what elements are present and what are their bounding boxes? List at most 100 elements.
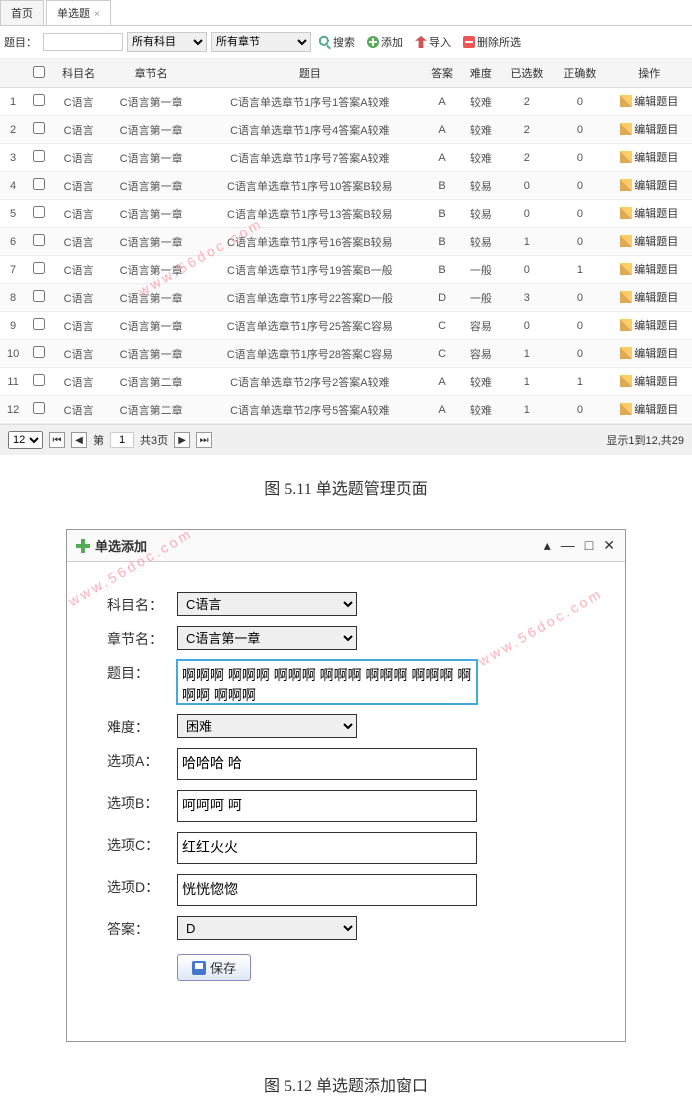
next-page-button[interactable]: ▶: [174, 432, 190, 448]
edit-icon: [620, 403, 632, 415]
edit-button[interactable]: 编辑题目: [620, 205, 678, 221]
table-row: 3C语言C语言第一章C语言单选章节1序号7答案A较难A较难20编辑题目: [0, 144, 692, 172]
delete-icon: [463, 36, 475, 48]
table-row: 6C语言C语言第一章C语言单选章节1序号16答案B较易B较易10编辑题目: [0, 228, 692, 256]
last-page-button[interactable]: ⏭: [196, 432, 212, 448]
search-icon: [319, 36, 331, 48]
edit-button[interactable]: 编辑题目: [620, 149, 678, 165]
table-row: 8C语言C语言第一章C语言单选章节1序号22答案D一般D一般30编辑题目: [0, 284, 692, 312]
tab-home[interactable]: 首页: [0, 0, 44, 25]
answer-field[interactable]: D: [177, 916, 357, 940]
import-button[interactable]: 导入: [411, 32, 455, 52]
figure-caption-2: 图 5.12 单选题添加窗口: [0, 1052, 692, 1116]
row-checkbox[interactable]: [33, 94, 45, 106]
pager: 12 ⏮ ◀ 第 共3页 ▶ ⏭ 显示1到12,共29: [0, 424, 692, 455]
dialog-title: 单选添加: [95, 536, 147, 555]
questions-table: 科目名 章节名 题目 答案 难度 已选数 正确数 操作 1C语言C语言第一章C语…: [0, 59, 692, 424]
page-size-select[interactable]: 12: [8, 431, 43, 449]
label-answer: 答案：: [107, 916, 177, 939]
edit-button[interactable]: 编辑题目: [620, 289, 678, 305]
tab-single-choice[interactable]: 单选题×: [46, 0, 111, 25]
row-checkbox[interactable]: [33, 402, 45, 414]
option-d-field[interactable]: [177, 874, 477, 906]
edit-icon: [620, 151, 632, 163]
delete-selected-button[interactable]: 删除所选: [459, 32, 525, 52]
add-button[interactable]: 添加: [363, 32, 407, 52]
import-icon: [415, 36, 427, 48]
edit-button[interactable]: 编辑题目: [620, 177, 678, 193]
prev-page-button[interactable]: ◀: [71, 432, 87, 448]
option-a-field[interactable]: [177, 748, 477, 780]
row-checkbox[interactable]: [33, 346, 45, 358]
edit-button[interactable]: 编辑题目: [620, 401, 678, 417]
question-field[interactable]: [177, 660, 477, 704]
chapter-field[interactable]: C语言第一章: [177, 626, 357, 650]
row-checkbox[interactable]: [33, 290, 45, 302]
select-all-checkbox[interactable]: [33, 66, 45, 78]
option-b-field[interactable]: [177, 790, 477, 822]
table-header-row: 科目名 章节名 题目 答案 难度 已选数 正确数 操作: [0, 59, 692, 88]
edit-icon: [620, 263, 632, 275]
edit-button[interactable]: 编辑题目: [620, 233, 678, 249]
col-chapter: 章节名: [105, 59, 197, 88]
row-checkbox[interactable]: [33, 234, 45, 246]
row-checkbox[interactable]: [33, 178, 45, 190]
col-selected: 已选数: [500, 59, 553, 88]
question-label: 题目：: [4, 34, 37, 50]
edit-icon: [620, 375, 632, 387]
row-checkbox[interactable]: [33, 262, 45, 274]
tab-bar: 首页 单选题×: [0, 0, 692, 26]
table-row: 12C语言C语言第二章C语言单选章节2序号5答案A较难A较难10编辑题目: [0, 396, 692, 424]
difficulty-field[interactable]: 困难: [177, 714, 357, 738]
plus-icon: [75, 538, 91, 554]
table-row: 11C语言C语言第二章C语言单选章节2序号2答案A较难A较难11编辑题目: [0, 368, 692, 396]
pager-status: 显示1到12,共29: [606, 432, 684, 448]
subject-field[interactable]: C语言: [177, 592, 357, 616]
col-answer: 答案: [423, 59, 462, 88]
add-dialog: 单选添加 ▴ — □ ✕ 科目名： C语言 章节名： C语言第一章 题目：: [66, 529, 626, 1042]
edit-icon: [620, 235, 632, 247]
edit-button[interactable]: 编辑题目: [620, 121, 678, 137]
table-row: 10C语言C语言第一章C语言单选章节1序号28答案C容易C容易10编辑题目: [0, 340, 692, 368]
close-button[interactable]: ✕: [601, 537, 617, 554]
table-row: 1C语言C语言第一章C语言单选章节1序号1答案A较难A较难20编辑题目: [0, 88, 692, 116]
collapse-button[interactable]: ▴: [542, 537, 553, 554]
chapter-select[interactable]: 所有章节: [211, 32, 311, 52]
option-c-field[interactable]: [177, 832, 477, 864]
table-row: 2C语言C语言第一章C语言单选章节1序号4答案A较难A较难20编辑题目: [0, 116, 692, 144]
col-subject: 科目名: [52, 59, 105, 88]
label-opt-d: 选项D：: [107, 874, 177, 897]
edit-icon: [620, 319, 632, 331]
table-row: 7C语言C语言第一章C语言单选章节1序号19答案B一般B一般01编辑题目: [0, 256, 692, 284]
row-checkbox[interactable]: [33, 150, 45, 162]
row-checkbox[interactable]: [33, 206, 45, 218]
search-button[interactable]: 搜索: [315, 32, 359, 52]
table-row: 4C语言C语言第一章C语言单选章节1序号10答案B较易B较易00编辑题目: [0, 172, 692, 200]
save-button[interactable]: 保存: [177, 954, 251, 981]
maximize-button[interactable]: □: [583, 537, 595, 554]
dialog-titlebar: 单选添加 ▴ — □ ✕: [67, 530, 625, 562]
first-page-button[interactable]: ⏮: [49, 432, 65, 448]
row-checkbox[interactable]: [33, 374, 45, 386]
label-opt-a: 选项A：: [107, 748, 177, 771]
edit-button[interactable]: 编辑题目: [620, 317, 678, 333]
row-checkbox[interactable]: [33, 318, 45, 330]
label-difficulty: 难度：: [107, 714, 177, 737]
subject-select[interactable]: 所有科目: [127, 32, 207, 52]
save-icon: [192, 961, 206, 975]
edit-icon: [620, 347, 632, 359]
label-subject: 科目名：: [107, 592, 177, 615]
edit-button[interactable]: 编辑题目: [620, 345, 678, 361]
search-input[interactable]: [43, 33, 123, 51]
edit-icon: [620, 179, 632, 191]
col-difficulty: 难度: [461, 59, 500, 88]
close-icon[interactable]: ×: [94, 9, 100, 20]
edit-button[interactable]: 编辑题目: [620, 373, 678, 389]
row-checkbox[interactable]: [33, 122, 45, 134]
toolbar: 题目： 所有科目 所有章节 搜索 添加 导入 删除所选: [0, 26, 692, 59]
page-input[interactable]: [110, 432, 134, 448]
edit-button[interactable]: 编辑题目: [620, 261, 678, 277]
edit-button[interactable]: 编辑题目: [620, 93, 678, 109]
label-opt-c: 选项C：: [107, 832, 177, 855]
minimize-button[interactable]: —: [559, 537, 577, 554]
